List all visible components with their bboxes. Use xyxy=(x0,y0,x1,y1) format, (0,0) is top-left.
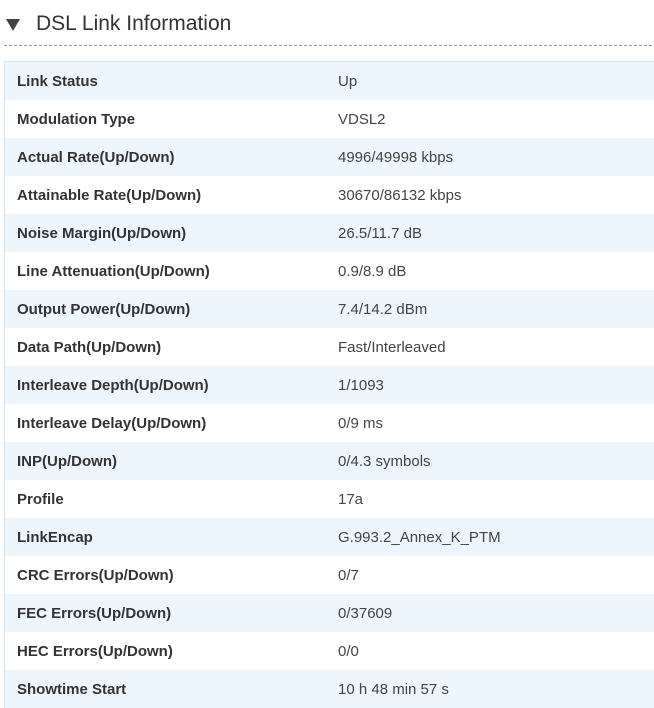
section-header-dsl-link-info[interactable]: DSL Link Information xyxy=(0,0,654,48)
row-value: G.993.2_Annex_K_PTM xyxy=(338,528,501,546)
table-row: Attainable Rate(Up/Down) 30670/86132 kbps xyxy=(5,176,654,214)
row-label: LinkEncap xyxy=(17,528,93,546)
row-value: 0/0 xyxy=(338,642,359,660)
row-value: 7.4/14.2 dBm xyxy=(338,300,428,318)
row-value: 1/1093 xyxy=(338,376,384,394)
row-value: 17a xyxy=(338,490,364,508)
table-row: Profile 17a xyxy=(5,480,654,518)
table-row: INP(Up/Down) 0/4.3 symbols xyxy=(5,442,654,480)
table-row: Showtime Start 10 h 48 min 57 s xyxy=(5,670,654,708)
header-divider xyxy=(4,45,652,46)
triangle-down-icon[interactable] xyxy=(6,19,20,31)
table-row: Noise Margin(Up/Down) 26.5/11.7 dB xyxy=(5,214,654,252)
row-value: Fast/Interleaved xyxy=(338,338,446,356)
table-row: Actual Rate(Up/Down) 4996/49998 kbps xyxy=(5,138,654,176)
row-label: Profile xyxy=(17,490,64,508)
row-label: Actual Rate(Up/Down) xyxy=(17,148,175,166)
row-label: Link Status xyxy=(17,72,98,90)
row-value: 26.5/11.7 dB xyxy=(338,224,422,242)
table-row: Link Status Up xyxy=(5,62,654,100)
row-label: HEC Errors(Up/Down) xyxy=(17,642,173,660)
row-value: 0/37609 xyxy=(338,604,393,622)
row-value: 10 h 48 min 57 s xyxy=(338,680,449,698)
row-value: Up xyxy=(338,72,358,90)
table-row: HEC Errors(Up/Down) 0/0 xyxy=(5,632,654,670)
row-value: 0/7 xyxy=(338,566,359,584)
row-label: Interleave Depth(Up/Down) xyxy=(17,376,209,394)
table-row: Interleave Delay(Up/Down) 0/9 ms xyxy=(5,404,654,442)
row-value: 4996/49998 kbps xyxy=(338,148,454,166)
row-value: 30670/86132 kbps xyxy=(338,186,462,204)
row-label: Modulation Type xyxy=(17,110,136,128)
row-label: Output Power(Up/Down) xyxy=(17,300,191,318)
table-row: LinkEncap G.993.2_Annex_K_PTM xyxy=(5,518,654,556)
table-row: CRC Errors(Up/Down) 0/7 xyxy=(5,556,654,594)
row-label: Data Path(Up/Down) xyxy=(17,338,162,356)
row-value: 0.9/8.9 dB xyxy=(338,262,407,280)
row-label: Line Attenuation(Up/Down) xyxy=(17,262,210,280)
row-value: 0/4.3 symbols xyxy=(338,452,431,470)
row-value: VDSL2 xyxy=(338,110,386,128)
table-row: Interleave Depth(Up/Down) 1/1093 xyxy=(5,366,654,404)
table-row: Modulation Type VDSL2 xyxy=(5,100,654,138)
table-row: Line Attenuation(Up/Down) 0.9/8.9 dB xyxy=(5,252,654,290)
table-row: Data Path(Up/Down) Fast/Interleaved xyxy=(5,328,654,366)
row-label: Showtime Start xyxy=(17,680,127,698)
row-label: CRC Errors(Up/Down) xyxy=(17,566,174,584)
row-label: Noise Margin(Up/Down) xyxy=(17,224,187,242)
row-value: 0/9 ms xyxy=(338,414,384,432)
row-label: FEC Errors(Up/Down) xyxy=(17,604,172,622)
row-label: Attainable Rate(Up/Down) xyxy=(17,186,202,204)
row-label: INP(Up/Down) xyxy=(17,452,117,470)
row-label: Interleave Delay(Up/Down) xyxy=(17,414,207,432)
dsl-info-table: Link Status Up Modulation Type VDSL2 Actual … xyxy=(4,61,654,708)
table-row: FEC Errors(Up/Down) 0/37609 xyxy=(5,594,654,632)
section-title: DSL Link Information xyxy=(36,12,232,35)
table-row: Output Power(Up/Down) 7.4/14.2 dBm xyxy=(5,290,654,328)
